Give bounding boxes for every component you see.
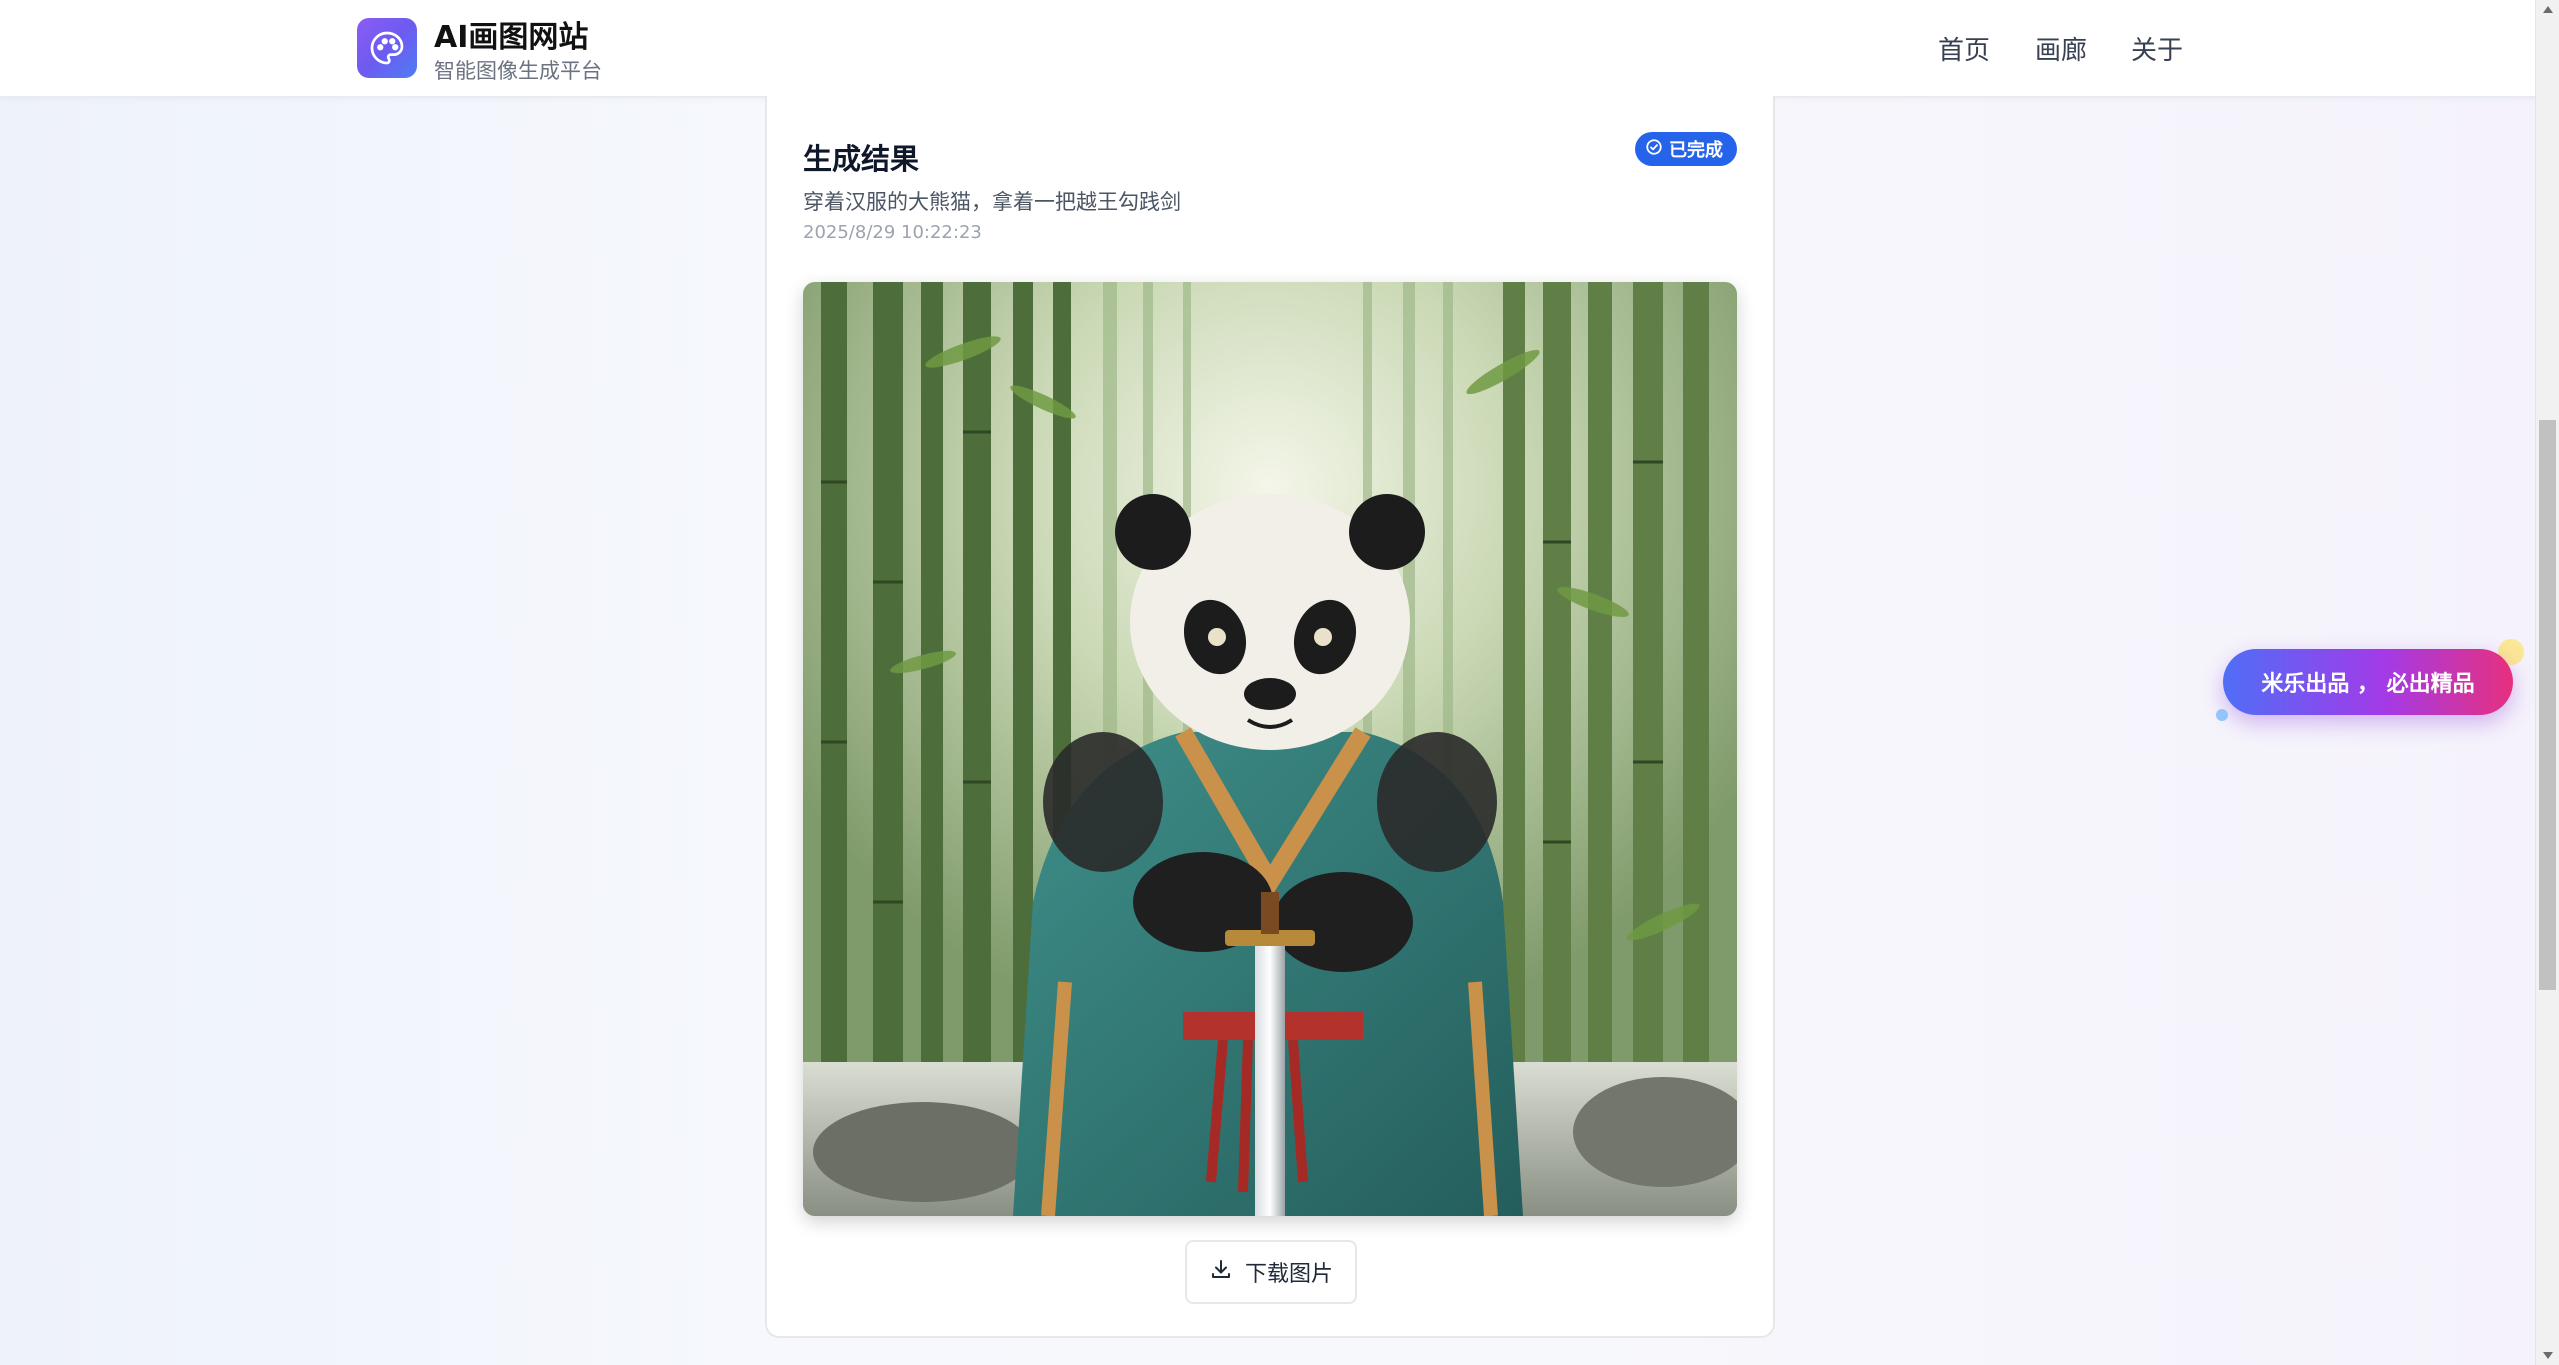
status-label: 已完成: [1669, 140, 1723, 161]
prompt-text: 穿着汉服的大熊猫，拿着一把越王勾践剑: [803, 190, 1181, 214]
site-title[interactable]: AI画图网站: [434, 12, 588, 56]
download-button[interactable]: 下载图片: [1185, 1240, 1357, 1304]
generated-image[interactable]: [803, 282, 1737, 1216]
palette-icon[interactable]: [357, 18, 417, 78]
download-icon: [1209, 1257, 1233, 1287]
scroll-up-icon[interactable]: [2543, 6, 2553, 13]
vertical-scrollbar[interactable]: [2535, 0, 2559, 1365]
result-card: 生成结果 已完成 穿着汉服的大熊猫，拿着一把越王勾践剑 2025/8/29 10…: [765, 96, 1775, 1338]
scrollbar-thumb[interactable]: [2539, 420, 2556, 990]
status-badge: 已完成: [1635, 132, 1737, 166]
promo-button[interactable]: 米乐出品 ， 必出精品: [2223, 649, 2513, 715]
nav-home[interactable]: 首页: [1938, 30, 1990, 67]
check-circle-icon: [1645, 138, 1663, 161]
scroll-down-icon[interactable]: [2543, 1352, 2553, 1359]
top-header: AI画图网站 智能图像生成平台 首页 画廊 关于: [0, 0, 2536, 98]
site-subtitle: 智能图像生成平台: [434, 59, 602, 83]
timestamp: 2025/8/29 10:22:23: [803, 222, 982, 243]
nav-about[interactable]: 关于: [2131, 30, 2183, 67]
decorative-dot: [2216, 709, 2228, 721]
nav-gallery[interactable]: 画廊: [2035, 30, 2087, 67]
result-title: 生成结果: [803, 142, 920, 176]
download-label: 下载图片: [1244, 1262, 1333, 1287]
